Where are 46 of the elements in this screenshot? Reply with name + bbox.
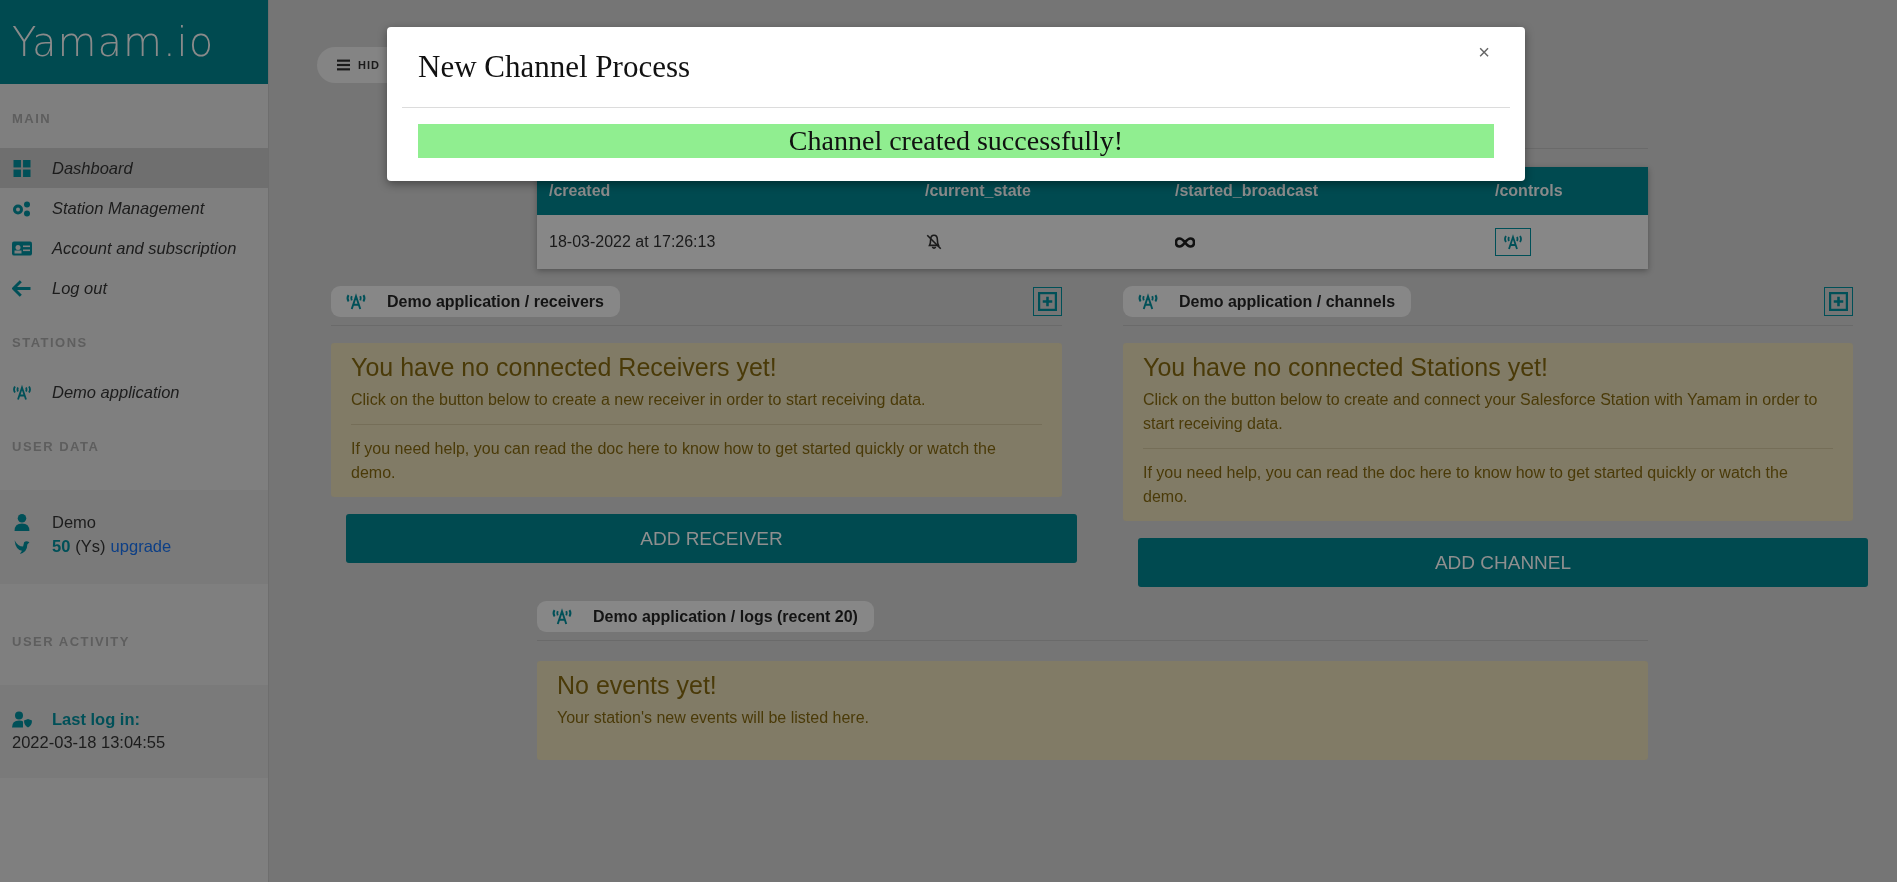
menu-icon bbox=[337, 59, 350, 71]
user-name: Demo bbox=[52, 512, 96, 532]
alert-heading: No events yet! bbox=[557, 671, 718, 700]
panel-title-text: Demo application / logs (recent 20) bbox=[593, 607, 858, 626]
alert-heading: You have no connected Receivers yet! bbox=[351, 353, 778, 382]
panel-title-text: Demo application / channels bbox=[1179, 292, 1396, 311]
alert-text: Click on the button below to create a new receiver in order to start receiving data. bbox=[351, 390, 927, 410]
id-card-icon bbox=[12, 239, 32, 257]
alert-text: Your station's new events will be listed here. bbox=[557, 708, 870, 728]
user-icon bbox=[12, 513, 32, 531]
sidebar-item[interactable]: Station Management bbox=[0, 188, 268, 228]
table-cell: 18-03-2022 at 17:26:13 bbox=[537, 215, 913, 269]
antenna-icon bbox=[345, 293, 367, 310]
success-message: Channel created successfully! bbox=[418, 124, 1494, 158]
credits-unit: (Ys) bbox=[75, 536, 106, 556]
sidebar-item[interactable]: Demo application bbox=[0, 372, 268, 412]
logo: Yamam.io bbox=[12, 19, 215, 65]
alert-text: Click on the button below to create and connect your Salesforce Station with Yamam in order to start receiving data. bbox=[1143, 390, 1819, 434]
panel-title-text: Demo application / receivers bbox=[387, 292, 604, 311]
gears-icon bbox=[12, 199, 32, 217]
user-shield-icon bbox=[12, 710, 32, 728]
close-button[interactable]: × bbox=[1478, 41, 1490, 64]
help-text: If you need help, you can read the doc here to know how to get started quickly or watch the demo. bbox=[351, 439, 997, 483]
credits-amount: 50 bbox=[52, 536, 71, 556]
sidebar-item[interactable]: Dashboard bbox=[0, 148, 268, 188]
broadcast-button[interactable] bbox=[1495, 228, 1531, 256]
antenna-icon bbox=[1503, 234, 1523, 250]
expand-button[interactable] bbox=[1824, 287, 1853, 316]
column-header: /controls bbox=[1483, 167, 1648, 215]
antenna-icon bbox=[12, 383, 32, 401]
antenna-icon bbox=[1137, 293, 1159, 310]
sidebar-item[interactable]: Account and subscription bbox=[0, 228, 268, 268]
help-text: If you need help, you can read the doc here to know how to get started quickly or watch the demo. bbox=[1143, 463, 1789, 507]
add-button[interactable]: ADD CHANNEL bbox=[1138, 538, 1868, 587]
last-login-label: Last log in: bbox=[52, 709, 140, 729]
sidebar-item[interactable]: Log out bbox=[0, 268, 268, 308]
antenna-icon bbox=[551, 608, 573, 625]
last-login-date: 2022-03-18 13:04:55 bbox=[12, 733, 167, 752]
upgrade-link[interactable]: upgrade bbox=[110, 536, 172, 556]
infinity-icon bbox=[1175, 236, 1195, 248]
grid-icon bbox=[12, 159, 32, 177]
add-button[interactable]: ADD RECEIVER bbox=[346, 514, 1077, 563]
expand-button[interactable] bbox=[1033, 287, 1062, 316]
bell-slash-icon bbox=[925, 233, 943, 251]
alert-heading: You have no connected Stations yet! bbox=[1143, 353, 1549, 382]
arrow-left-icon bbox=[12, 279, 32, 297]
